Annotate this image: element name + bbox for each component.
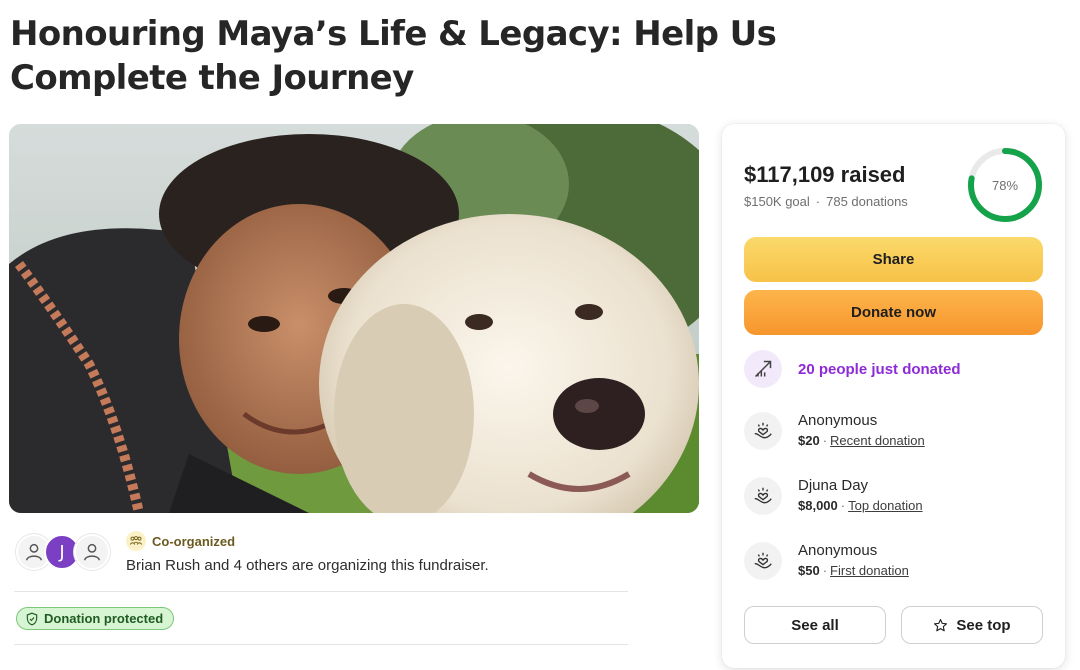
donation-separator: · bbox=[822, 433, 828, 448]
group-icon bbox=[126, 531, 146, 551]
avatar-initial: J bbox=[59, 541, 65, 563]
co-organized-badge: Co-organized bbox=[126, 531, 235, 551]
donation-protected-badge[interactable]: Donation protected bbox=[16, 607, 175, 630]
divider bbox=[14, 644, 628, 645]
donation-amount: $50 bbox=[798, 563, 820, 578]
donation-type-link[interactable]: Recent donation bbox=[830, 433, 925, 448]
donation-item: Anonymous $50 · First donation bbox=[744, 541, 909, 580]
donation-count: 785 donations bbox=[826, 194, 908, 209]
see-all-button[interactable]: See all bbox=[744, 606, 886, 644]
progress-percent: 78% bbox=[991, 177, 1019, 193]
star-icon bbox=[934, 618, 948, 631]
see-top-label: See top bbox=[956, 616, 1011, 634]
divider bbox=[14, 591, 628, 592]
donation-protected-label: Donation protected bbox=[44, 611, 164, 626]
shield-check-icon bbox=[26, 612, 38, 625]
donation-type-link[interactable]: Top donation bbox=[848, 498, 922, 513]
donation-card: $117,109 raised $150K goal · 785 donations… bbox=[722, 124, 1065, 668]
donor-name: Anonymous bbox=[798, 412, 878, 429]
goal-amount: $150K goal bbox=[744, 194, 810, 209]
donation-separator: · bbox=[822, 563, 828, 578]
organizers-section: J Co-organized Brian Rush and 4 others a… bbox=[14, 530, 634, 582]
heart-hand-icon bbox=[744, 541, 782, 580]
donation-amount: $8,000 bbox=[798, 498, 838, 513]
trending-up-icon bbox=[744, 350, 782, 388]
avatar[interactable] bbox=[74, 534, 110, 570]
page-title: Honouring Maya’s Life & Legacy: Help Us … bbox=[10, 14, 777, 98]
donor-name: Djuna Day bbox=[798, 477, 869, 494]
donation-type-link[interactable]: First donation bbox=[830, 563, 909, 578]
heart-hand-icon bbox=[744, 476, 782, 515]
goal-line: $150K goal · 785 donations bbox=[744, 194, 908, 209]
donation-amount: $20 bbox=[798, 433, 820, 448]
see-all-label: See all bbox=[791, 616, 839, 634]
campaign-photo[interactable] bbox=[9, 124, 699, 513]
donation-item: Djuna Day $8,000 · Top donation bbox=[744, 476, 923, 515]
amount-raised: $117,109 raised bbox=[744, 162, 906, 187]
donor-name: Anonymous bbox=[798, 542, 878, 559]
organizers-text: Brian Rush and 4 others are organizing t… bbox=[126, 557, 489, 574]
heart-hand-icon bbox=[744, 411, 782, 450]
campaign-photo-illustration bbox=[9, 124, 699, 513]
co-organized-label: Co-organized bbox=[152, 533, 236, 549]
user-icon bbox=[25, 543, 43, 561]
trending-text: 20 people just donated bbox=[798, 360, 961, 378]
donation-item: Anonymous $20 · Recent donation bbox=[744, 411, 925, 450]
trending-donations[interactable]: 20 people just donated bbox=[744, 350, 961, 388]
user-icon bbox=[83, 543, 101, 561]
donate-now-button[interactable]: Donate now bbox=[744, 290, 1043, 335]
share-button[interactable]: Share bbox=[744, 237, 1043, 282]
goal-separator: · bbox=[815, 194, 821, 209]
see-top-button[interactable]: See top bbox=[901, 606, 1043, 644]
donation-separator: · bbox=[840, 498, 846, 513]
